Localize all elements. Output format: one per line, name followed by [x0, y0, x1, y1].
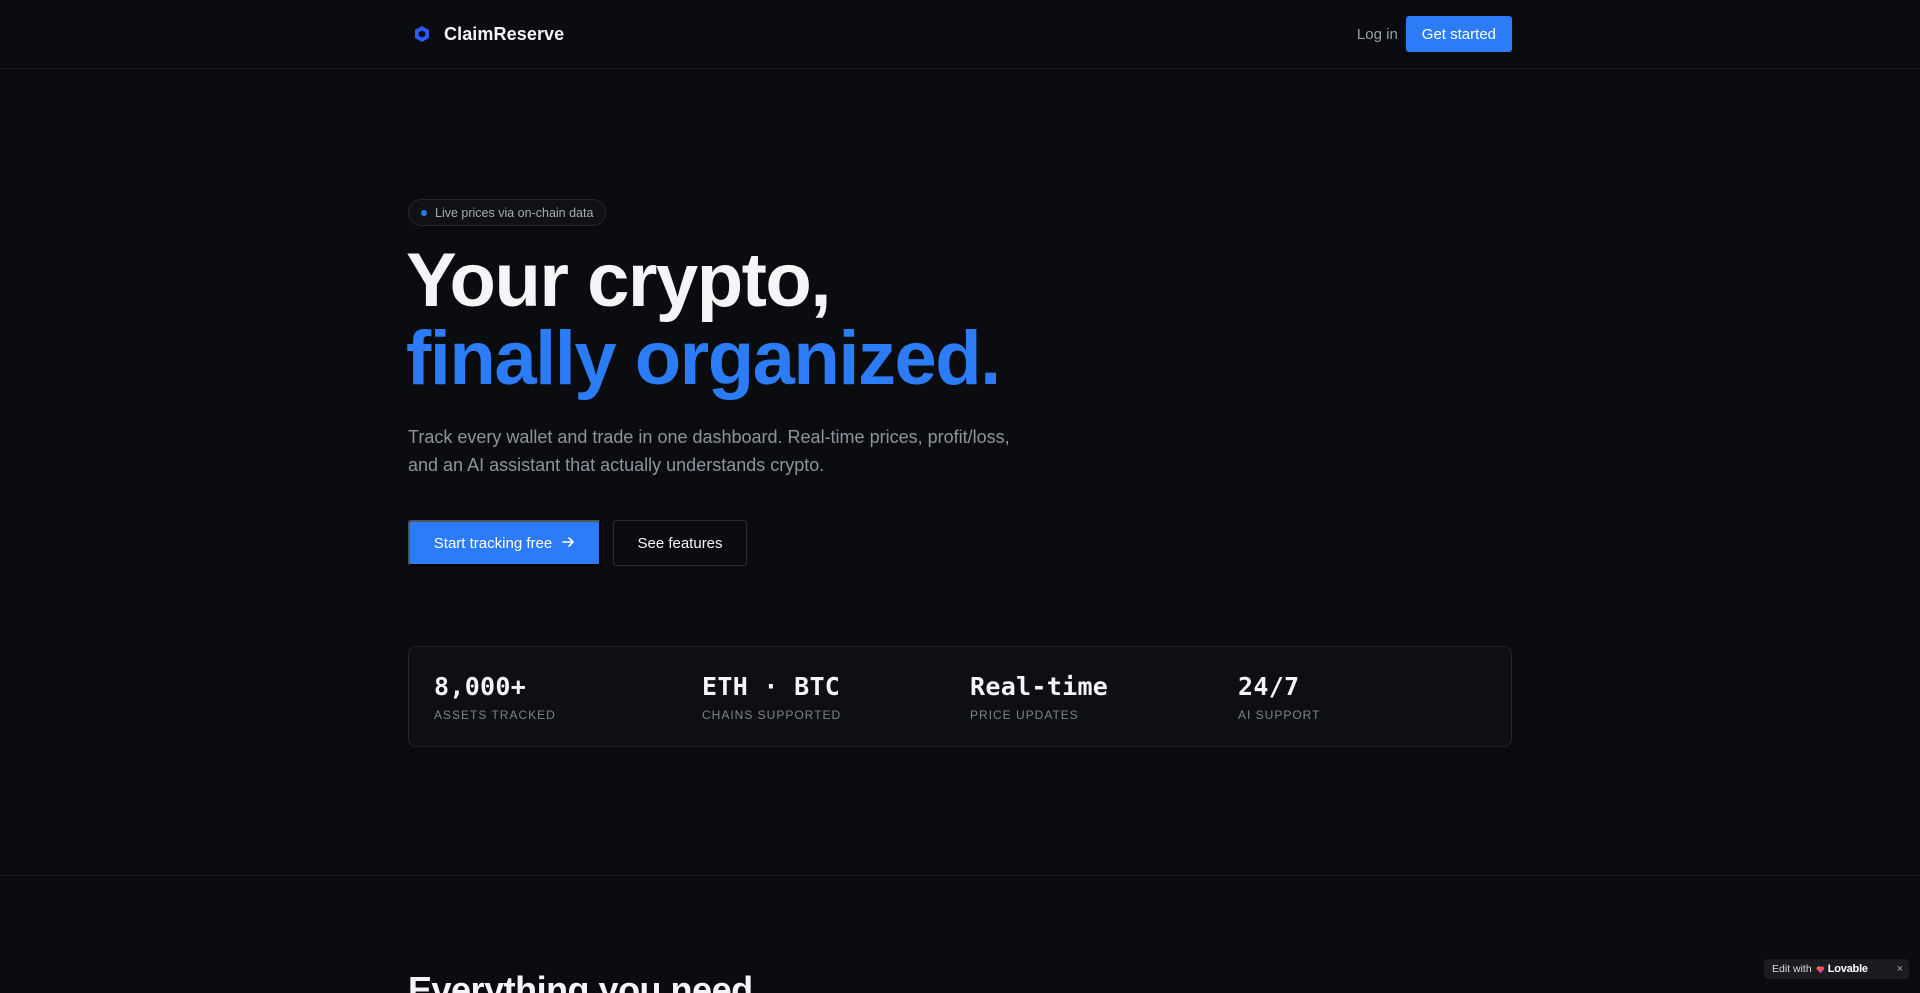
stat-value: 8,000+ — [434, 672, 527, 701]
brand-name: ClaimReserve — [444, 23, 565, 44]
see-features-button[interactable]: See features — [613, 520, 747, 566]
stat-label: AI SUPPORT — [1238, 708, 1321, 722]
stat-chains-supported: ETH · BTC CHAINS SUPPORTED — [677, 647, 945, 746]
login-link[interactable]: Log in — [1357, 26, 1398, 43]
start-tracking-button[interactable]: Start tracking free — [408, 520, 601, 566]
edit-with-lovable-badge[interactable]: Edit with Lovable × — [1764, 959, 1909, 979]
cta-row: Start tracking free See features — [408, 520, 747, 566]
hexagon-logo-icon — [412, 24, 432, 44]
start-tracking-label: Start tracking free — [433, 534, 553, 552]
badge-prefix: Edit with — [1772, 963, 1812, 975]
brand[interactable]: ClaimReserve — [412, 22, 564, 46]
hero-subtitle: Track every wallet and trade in one dash… — [408, 427, 1010, 475]
features-section-title: Everything you need — [408, 969, 753, 993]
stat-assets-tracked: 8,000+ ASSETS TRACKED — [409, 647, 677, 746]
live-dot-icon — [421, 209, 427, 216]
stat-value: 24/7 — [1238, 672, 1300, 701]
stat-label: ASSETS TRACKED — [434, 708, 556, 722]
stat-ai-support: 24/7 AI SUPPORT — [1213, 647, 1481, 746]
hero-title-line1: Your crypto, — [406, 238, 831, 323]
badge-brand: Lovable — [1827, 963, 1868, 975]
top-nav: ClaimReserve Log in Get started — [0, 0, 1920, 69]
close-icon[interactable]: × — [1897, 963, 1903, 975]
section-divider — [0, 875, 1920, 876]
live-prices-pill: Live prices via on-chain data — [408, 199, 607, 226]
lovable-heart-icon — [1816, 965, 1825, 973]
stat-label: PRICE UPDATES — [970, 708, 1079, 722]
stats-card: 8,000+ ASSETS TRACKED ETH · BTC CHAINS S… — [408, 646, 1512, 747]
hero-title: Your crypto, finally organized. — [406, 238, 1001, 401]
stat-label: CHAINS SUPPORTED — [702, 708, 842, 722]
lovable-logo: Lovable — [1816, 963, 1868, 975]
arrow-right-icon — [562, 535, 575, 552]
stat-value: Real-time — [970, 672, 1109, 701]
get-started-button[interactable]: Get started — [1405, 16, 1512, 52]
hero-title-line2: finally organized. — [406, 316, 1001, 401]
stat-price-updates: Real-time PRICE UPDATES — [945, 647, 1213, 746]
nav-actions: Log in Get started — [1357, 16, 1512, 52]
pill-text: Live prices via on-chain data — [435, 205, 594, 220]
stat-value: ETH · BTC — [702, 672, 841, 701]
